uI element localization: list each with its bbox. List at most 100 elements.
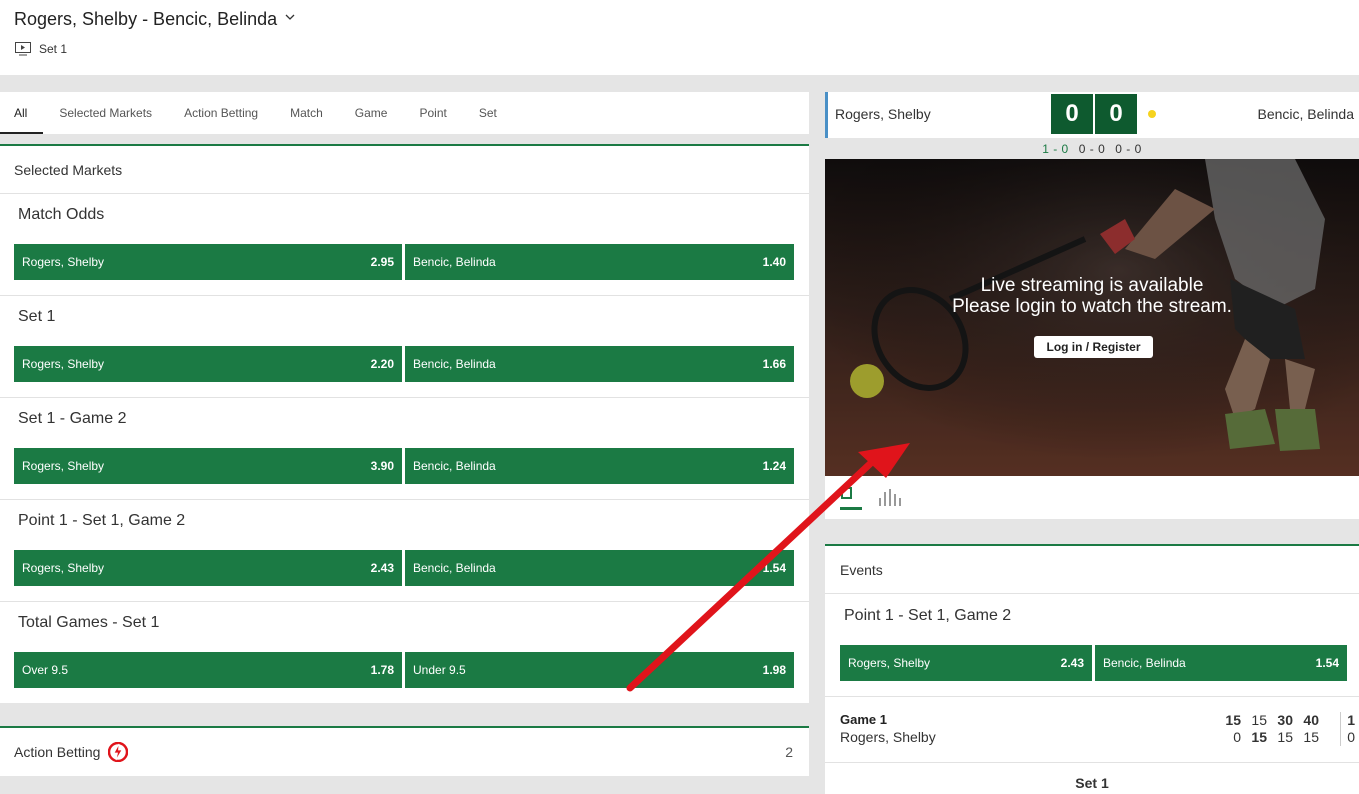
market-point-1: Point 1 - Set 1, Game 2 Rogers, Shelby 2.… xyxy=(0,500,809,602)
player2-name: Bencic, Belinda xyxy=(1257,106,1354,122)
set-footer: Set 1 xyxy=(1075,775,1109,791)
stream-background-image xyxy=(825,159,1359,476)
game-score-row: Game 1 Rogers, Shelby 15 15 30 40 0 15 1… xyxy=(825,697,1359,763)
odds-price: 1.24 xyxy=(762,459,786,473)
event-market: Point 1 - Set 1, Game 2 Rogers, Shelby 2.… xyxy=(825,594,1359,697)
tab-label: Selected Markets xyxy=(59,106,153,120)
tv-icon xyxy=(15,42,31,56)
odds-button[interactable]: Rogers, Shelby 2.43 xyxy=(840,645,1092,681)
odds-button[interactable]: Bencic, Belinda 1.40 xyxy=(405,244,794,280)
odds-button[interactable]: Under 9.5 1.98 xyxy=(405,652,794,688)
point-progression-top: 15 15 30 40 xyxy=(1215,712,1319,728)
point-value: 15 xyxy=(1303,729,1319,745)
game-set-score: 0 xyxy=(1347,729,1355,745)
market-set-1: Set 1 Rogers, Shelby 2.20 Bencic, Belinda… xyxy=(0,296,809,398)
selection-label: Rogers, Shelby xyxy=(22,459,105,473)
tab-label: Game xyxy=(354,106,388,120)
tab-set[interactable]: Set xyxy=(463,92,513,134)
market-tabs: All Selected Markets Action Betting Matc… xyxy=(0,92,809,134)
set-scores: 1 - 0 0 - 0 0 - 0 xyxy=(825,138,1359,159)
player2-score: 0 xyxy=(1095,94,1137,134)
tab-point[interactable]: Point xyxy=(403,92,462,134)
chevron-down-icon xyxy=(285,14,295,20)
action-betting-count: 2 xyxy=(785,744,793,760)
odds-button[interactable]: Bencic, Belinda 1.66 xyxy=(405,346,794,382)
point-value: 30 xyxy=(1277,712,1293,728)
action-betting-label: Action Betting xyxy=(14,744,101,760)
tab-label: Match xyxy=(290,106,323,120)
section-heading: Events xyxy=(825,546,1359,594)
odds-button[interactable]: Rogers, Shelby 3.90 xyxy=(14,448,402,484)
scoreboard: Rogers, Shelby 0 0 Bencic, Belinda xyxy=(825,92,1359,138)
match-title-dropdown[interactable]: Rogers, Shelby - Bencic, Belinda xyxy=(14,9,295,30)
selection-label: Rogers, Shelby xyxy=(848,656,931,670)
odds-price: 2.43 xyxy=(1060,656,1084,670)
market-title: Point 1 - Set 1, Game 2 xyxy=(844,607,1012,624)
selection-label: Bencic, Belinda xyxy=(413,561,496,575)
selection-label: Rogers, Shelby xyxy=(22,255,105,269)
match-header: Rogers, Shelby - Bencic, Belinda Set 1 xyxy=(0,0,1359,75)
action-betting-section[interactable]: Action Betting 2 xyxy=(0,726,809,776)
tab-pitch-view[interactable] xyxy=(840,486,862,510)
odds-price: 1.54 xyxy=(1315,656,1339,670)
selection-label: Rogers, Shelby xyxy=(22,357,105,371)
market-title: Match Odds xyxy=(18,206,105,223)
tab-game[interactable]: Game xyxy=(339,92,404,134)
odds-price: 1.66 xyxy=(762,357,786,371)
court-icon xyxy=(841,487,852,499)
market-total-games: Total Games - Set 1 Over 9.5 1.78 Under 9… xyxy=(0,602,809,703)
stats-bars-icon xyxy=(879,489,901,506)
odds-price: 1.40 xyxy=(762,255,786,269)
tab-label: Set xyxy=(478,106,497,120)
odds-button[interactable]: Rogers, Shelby 2.95 xyxy=(14,244,402,280)
tab-action-betting[interactable]: Action Betting xyxy=(168,92,274,134)
odds-button[interactable]: Bencic, Belinda 1.24 xyxy=(405,448,794,484)
point-value: 15 xyxy=(1277,729,1293,745)
player1-score: 0 xyxy=(1051,94,1093,134)
divider xyxy=(1340,712,1341,746)
stream-message-line2: Please login to watch the stream. xyxy=(952,296,1232,317)
market-title: Set 1 - Game 2 xyxy=(18,410,127,427)
odds-button[interactable]: Rogers, Shelby 2.20 xyxy=(14,346,402,382)
set-label: Set 1 xyxy=(39,42,68,56)
tab-all[interactable]: All xyxy=(0,92,44,134)
odds-price: 3.90 xyxy=(370,459,394,473)
odds-price: 1.54 xyxy=(762,561,786,575)
selected-markets-section: Selected Markets Match Odds Rogers, Shel… xyxy=(0,144,809,703)
set-score: 0 - 0 xyxy=(1115,141,1142,156)
tab-label: All xyxy=(14,106,28,120)
odds-price: 2.43 xyxy=(370,561,394,575)
odds-price: 1.98 xyxy=(762,663,786,677)
set-score: 0 - 0 xyxy=(1078,141,1106,156)
tab-selected-markets[interactable]: Selected Markets xyxy=(43,92,168,134)
odds-price: 1.78 xyxy=(370,663,394,677)
market-title: Set 1 xyxy=(18,308,56,325)
point-value: 15 xyxy=(1225,712,1241,728)
login-register-button[interactable]: Log in / Register xyxy=(1034,336,1153,358)
tab-label: Action Betting xyxy=(184,106,259,120)
game-label: Game 1 xyxy=(840,712,887,727)
set-score: 1 - 0 xyxy=(1042,141,1069,156)
odds-button[interactable]: Rogers, Shelby 2.43 xyxy=(14,550,402,586)
tab-match[interactable]: Match xyxy=(274,92,339,134)
odds-button[interactable]: Bencic, Belinda 1.54 xyxy=(1095,645,1347,681)
selection-label: Bencic, Belinda xyxy=(413,357,496,371)
tab-statistics[interactable] xyxy=(878,486,901,510)
selection-label: Bencic, Belinda xyxy=(1103,656,1186,670)
stream-message-line1: Live streaming is available xyxy=(980,275,1204,296)
market-title: Point 1 - Set 1, Game 2 xyxy=(18,512,186,529)
selection-label: Under 9.5 xyxy=(413,663,466,677)
odds-button[interactable]: Over 9.5 1.78 xyxy=(14,652,402,688)
section-heading: Selected Markets xyxy=(0,146,809,194)
live-panel: Rogers, Shelby 0 0 Bencic, Belinda 1 - 0… xyxy=(825,92,1359,794)
odds-price: 2.20 xyxy=(370,357,394,371)
odds-price: 2.95 xyxy=(370,255,394,269)
stream-player: Live streaming is available Please login… xyxy=(825,159,1359,476)
selection-label: Rogers, Shelby xyxy=(22,561,105,575)
selection-label: Bencic, Belinda xyxy=(413,255,496,269)
point-progression-bottom: 0 15 15 15 xyxy=(1215,729,1319,745)
game-set-score: 1 xyxy=(1347,712,1355,728)
market-match-odds: Match Odds Rogers, Shelby 2.95 Bencic, Be… xyxy=(0,194,809,296)
odds-button[interactable]: Bencic, Belinda 1.54 xyxy=(405,550,794,586)
lightning-icon xyxy=(108,742,129,762)
